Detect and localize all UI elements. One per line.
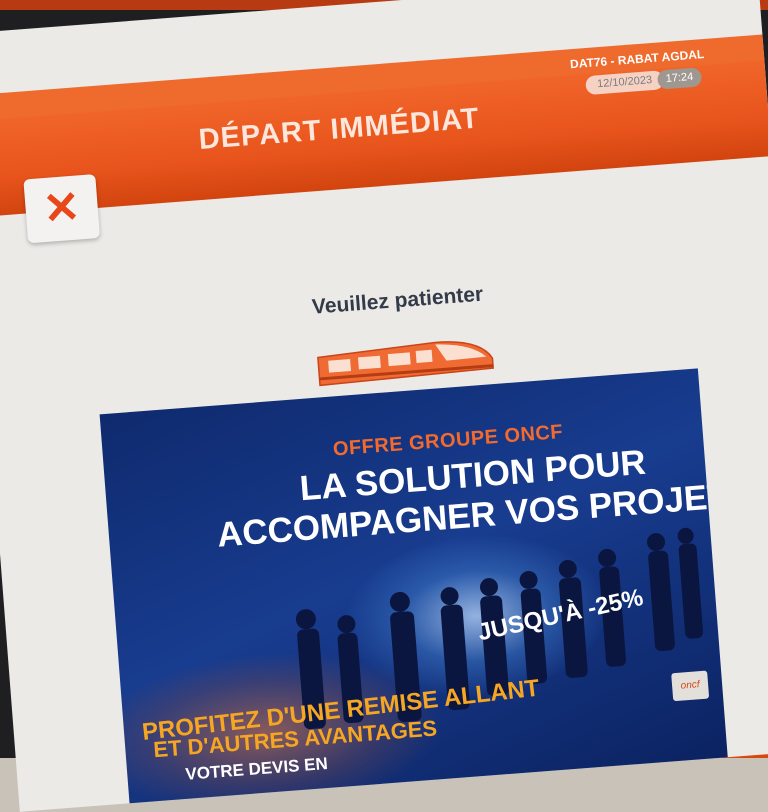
loading-message: Veuillez patienter <box>311 282 484 319</box>
time-badge: 17:24 <box>656 67 703 90</box>
kiosk-screen: DÉPART IMMÉDIAT DAT76 - RABAT AGDAL 12/1… <box>0 0 768 812</box>
promo-banner[interactable]: OFFRE GROUPE ONCF LA SOLUTION POUR ACCOM… <box>99 368 729 812</box>
oncf-logo: oncf <box>671 670 710 702</box>
close-button[interactable]: ✕ <box>23 174 101 244</box>
train-icon <box>317 341 495 387</box>
close-icon: ✕ <box>41 182 82 235</box>
